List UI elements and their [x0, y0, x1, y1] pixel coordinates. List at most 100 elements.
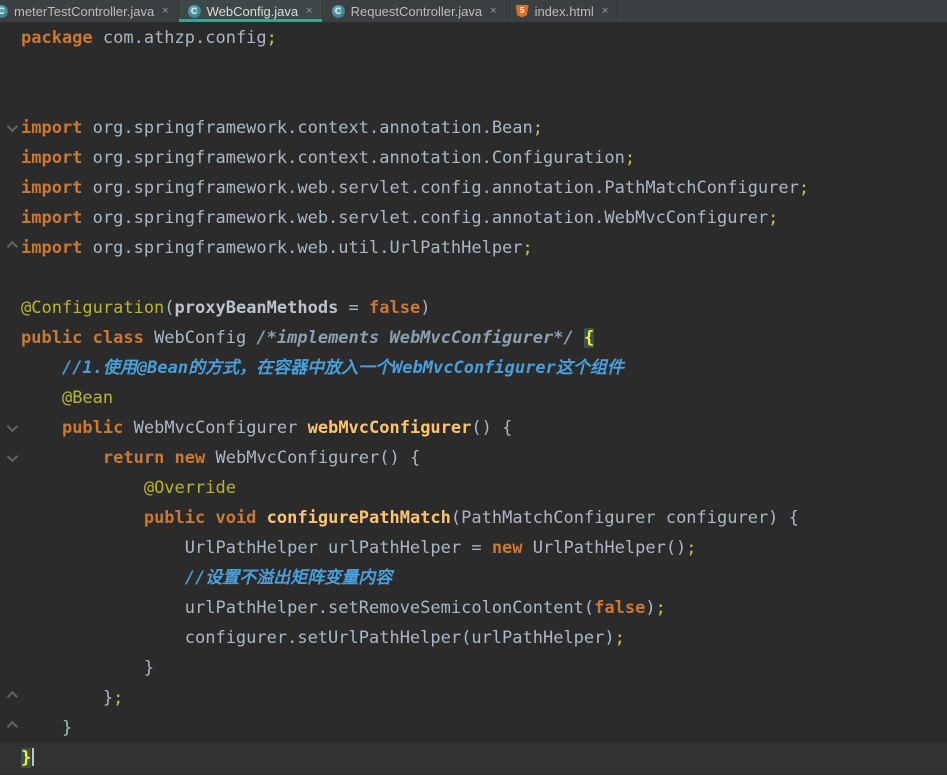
- fold-marker-icon[interactable]: [6, 450, 18, 463]
- code-line[interactable]: }: [0, 653, 947, 683]
- tab-bar: C meterTestController.java × C WebConfig…: [0, 0, 947, 23]
- code-token: import: [21, 148, 83, 168]
- code-token: UrlPathHelper urlPathHelper =: [21, 538, 492, 558]
- code-line[interactable]: @Override: [0, 473, 947, 503]
- code-token: org.springframework.web.util.UrlPathHelp…: [82, 238, 523, 258]
- editor-tab[interactable]: C RequestController.java ×: [323, 0, 507, 22]
- close-tab-icon[interactable]: ×: [306, 5, 312, 17]
- code-text: import org.springframework.web.util.UrlP…: [21, 233, 533, 263]
- tab-label: RequestController.java: [350, 3, 483, 19]
- code-line[interactable]: public class WebConfig /*implements WebM…: [0, 323, 947, 353]
- code-text: import org.springframework.web.servlet.c…: [21, 173, 809, 203]
- code-token: public void: [143, 508, 257, 528]
- code-line[interactable]: [0, 53, 947, 83]
- code-line[interactable]: import org.springframework.context.annot…: [0, 143, 947, 173]
- code-line[interactable]: import org.springframework.web.util.UrlP…: [0, 233, 947, 263]
- gutter: [0, 533, 21, 563]
- code-line[interactable]: configurer.setUrlPathHelper(urlPathHelpe…: [0, 623, 947, 653]
- code-text: //设置不溢出矩阵变量内容: [21, 563, 392, 593]
- fold-marker-icon[interactable]: [6, 120, 18, 133]
- gutter: [0, 713, 21, 743]
- editor[interactable]: package com.athzp.config; import org.spr…: [0, 23, 947, 773]
- code-line[interactable]: @Bean: [0, 383, 947, 413]
- fold-marker-icon[interactable]: [6, 240, 18, 253]
- gutter: [0, 113, 21, 143]
- close-tab-icon[interactable]: ×: [490, 5, 496, 17]
- code-line[interactable]: return new WebMvcConfigurer() {: [0, 443, 947, 473]
- code-token: ;: [624, 148, 636, 168]
- code-line[interactable]: [0, 83, 947, 113]
- code-text: configurer.setUrlPathHelper(urlPathHelpe…: [21, 623, 625, 653]
- code-line[interactable]: import org.springframework.context.annot…: [0, 113, 947, 143]
- code-text: @Configuration(proxyBeanMethods = false): [21, 293, 430, 323]
- code-token: com.athzp.config: [92, 28, 267, 48]
- code-line[interactable]: [0, 263, 947, 293]
- code-line[interactable]: package com.athzp.config;: [0, 23, 947, 53]
- gutter: [0, 143, 21, 173]
- code-line[interactable]: //1.使用@Bean的方式，在容器中放入一个WebMvcConfigurer这…: [0, 353, 947, 383]
- code-line[interactable]: //设置不溢出矩阵变量内容: [0, 563, 947, 593]
- fold-marker-icon[interactable]: [6, 720, 18, 733]
- code-token: import: [21, 118, 83, 138]
- gutter: [0, 473, 21, 503]
- gutter: [0, 563, 21, 593]
- code-token: ;: [614, 628, 625, 648]
- text-caret: [32, 748, 35, 766]
- gutter: [0, 743, 21, 773]
- code-token: package: [21, 28, 93, 48]
- code-token: new: [491, 538, 523, 558]
- code-token: WebMvcConfigurer() {: [205, 448, 421, 468]
- editor-tab[interactable]: 5 index.html ×: [507, 0, 619, 22]
- code-text: import org.springframework.context.annot…: [21, 113, 543, 143]
- code-token: UrlPathHelper(): [522, 538, 687, 558]
- fold-marker-icon[interactable]: [6, 690, 18, 703]
- code-token: WebMvcConfigurer: [123, 418, 308, 438]
- editor-tab[interactable]: C meterTestController.java ×: [0, 0, 179, 22]
- code-token: /*implements WebMvcConfigurer*/: [256, 328, 574, 348]
- code-token: configurer.setUrlPathHelper(urlPathHelpe…: [21, 628, 615, 648]
- code-line[interactable]: };: [0, 683, 947, 713]
- code-line[interactable]: }: [0, 743, 947, 773]
- code-line[interactable]: import org.springframework.web.servlet.c…: [0, 203, 947, 233]
- close-tab-icon[interactable]: ×: [602, 5, 608, 17]
- code-token: configurePathMatch: [266, 508, 451, 528]
- gutter: [0, 503, 21, 533]
- code-text: public class WebConfig /*implements WebM…: [21, 323, 595, 353]
- code-token: ): [645, 598, 656, 618]
- code-token: ;: [522, 238, 533, 258]
- class-icon: C: [331, 4, 345, 18]
- code-line[interactable]: import org.springframework.web.servlet.c…: [0, 173, 947, 203]
- editor-tab[interactable]: C WebConfig.java ×: [178, 0, 323, 22]
- code-token: org.springframework.web.servlet.config.a…: [82, 208, 769, 228]
- code-line[interactable]: public WebMvcConfigurer webMvcConfigurer…: [0, 413, 947, 443]
- code-text: @Override: [21, 473, 236, 503]
- code-text: return new WebMvcConfigurer() {: [21, 443, 420, 473]
- code-text: public void configurePathMatch(PathMatch…: [21, 503, 799, 533]
- code-token: (: [164, 298, 175, 318]
- class-icon: C: [187, 4, 201, 18]
- code-line[interactable]: @Configuration(proxyBeanMethods = false): [0, 293, 947, 323]
- gutter: [0, 173, 21, 203]
- code-token: {: [583, 328, 595, 348]
- code-text: import org.springframework.context.annot…: [21, 143, 635, 173]
- code-token: }: [21, 718, 73, 738]
- gutter: [0, 413, 21, 443]
- tab-label: WebConfig.java: [206, 3, 299, 19]
- code-line[interactable]: urlPathHelper.setRemoveSemicolonContent(…: [0, 593, 947, 623]
- close-tab-icon[interactable]: ×: [162, 5, 168, 17]
- code-token: //1.使用@Bean的方式，在容器中放入一个WebMvcConfigurer这…: [61, 358, 624, 378]
- code-line[interactable]: UrlPathHelper urlPathHelper = new UrlPat…: [0, 533, 947, 563]
- code-line[interactable]: }: [0, 713, 947, 743]
- code-token: }: [21, 658, 155, 678]
- fold-marker-icon[interactable]: [6, 420, 18, 433]
- code-token: webMvcConfigurer: [307, 418, 472, 438]
- code-text: }: [21, 713, 72, 743]
- code-token: org.springframework.context.annotation.B…: [82, 118, 533, 138]
- code-line[interactable]: public void configurePathMatch(PathMatch…: [0, 503, 947, 533]
